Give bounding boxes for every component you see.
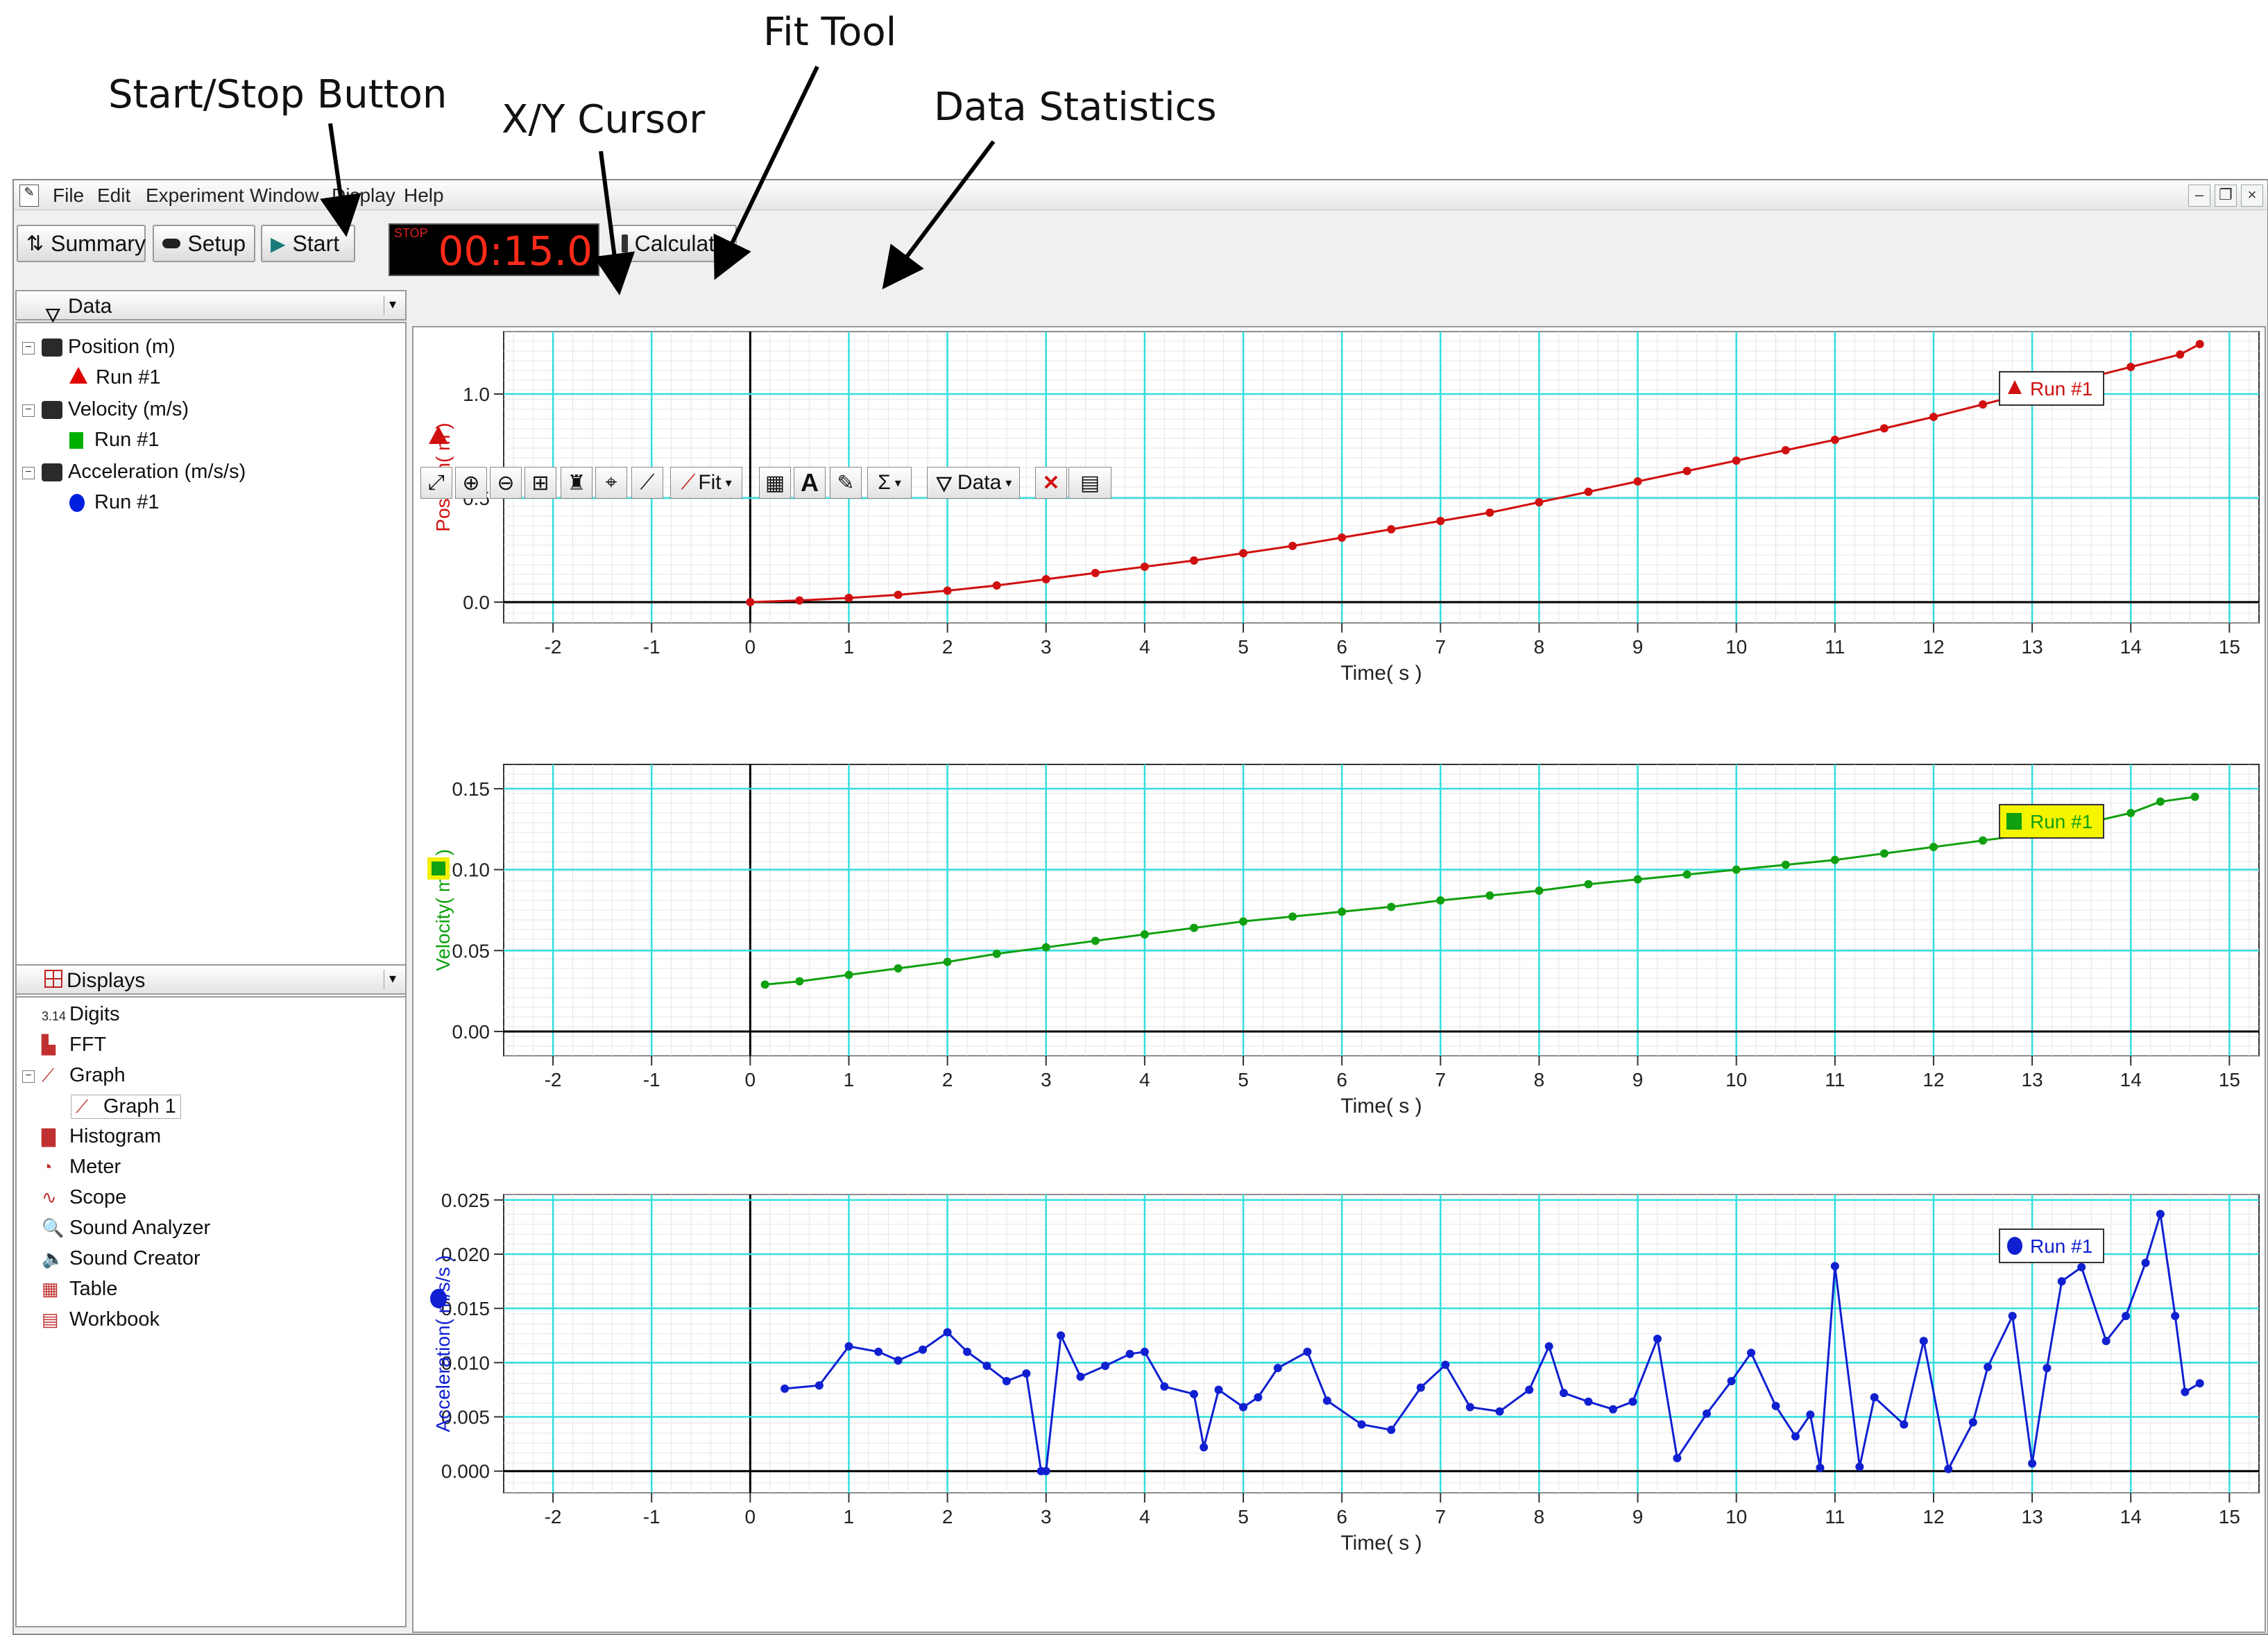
arrow-start-stop bbox=[320, 123, 361, 237]
arrow-xy-cursor bbox=[593, 151, 636, 296]
arrow-data-statistics bbox=[882, 140, 996, 290]
callout-arrows bbox=[320, 65, 996, 296]
arrow-fit-tool bbox=[713, 65, 819, 280]
